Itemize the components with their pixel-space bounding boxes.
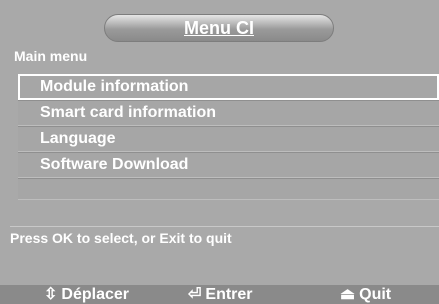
menu-item-label: Module information	[40, 78, 189, 95]
footer-move: ⇳ Déplacer	[44, 285, 129, 304]
quit-icon: ⏏	[340, 285, 356, 303]
section-title: Main menu	[14, 48, 88, 64]
footer-quit-label: Quit	[359, 285, 392, 303]
footer-enter: ⏎ Entrer	[188, 285, 253, 304]
menu-item-language[interactable]: Language	[18, 126, 439, 152]
move-icon: ⇳	[44, 285, 58, 303]
menu-item-smart-card-information[interactable]: Smart card information	[18, 100, 439, 126]
enter-icon: ⏎	[188, 285, 202, 303]
footer-quit: ⏏ Quit	[340, 285, 391, 304]
menu-item-label: Smart card information	[40, 104, 217, 121]
title-pill: Menu CI	[104, 14, 334, 42]
hint-text: Press OK to select, or Exit to quit	[10, 230, 232, 246]
footer-enter-label: Entrer	[205, 285, 253, 303]
menu-item-label: Software Download	[40, 156, 189, 173]
divider	[10, 226, 439, 227]
window-title: Menu CI	[184, 17, 254, 38]
menu-item-module-information[interactable]: Module information	[18, 74, 439, 100]
footer-move-label: Déplacer	[61, 285, 129, 303]
menu-item-software-download[interactable]: Software Download	[18, 152, 439, 178]
title-bar: Menu CI	[0, 0, 439, 44]
menu-item-label: Language	[40, 130, 116, 147]
menu-item-empty	[18, 178, 439, 200]
main-menu: Module information Smart card informatio…	[18, 74, 439, 200]
